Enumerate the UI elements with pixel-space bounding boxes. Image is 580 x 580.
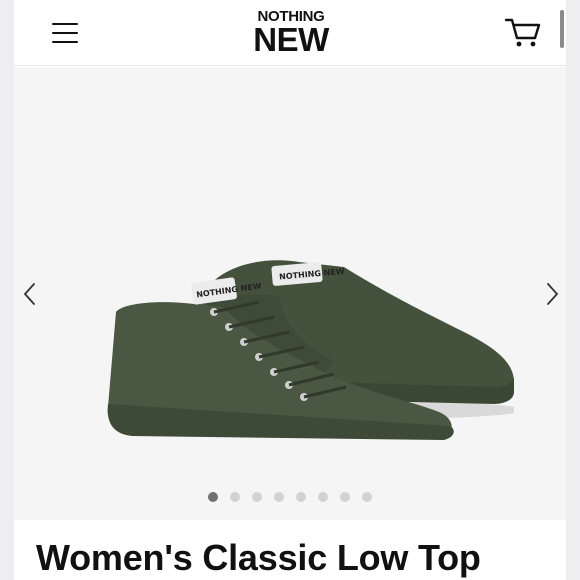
carousel-dot[interactable] — [230, 492, 240, 502]
site-header: NOTHING NEW — [14, 0, 566, 66]
shopping-cart-icon[interactable] — [504, 16, 542, 48]
hamburger-menu-icon[interactable] — [52, 21, 80, 45]
screen: NOTHING NEW NOTHING NEW NOTHING NEW Wome… — [0, 0, 580, 580]
product-image: NOTHING NEW NOTHING NEW — [107, 260, 514, 440]
carousel-dot[interactable] — [318, 492, 328, 502]
brand-logo[interactable]: NOTHING NEW — [246, 9, 336, 58]
carousel-dot[interactable] — [274, 492, 284, 502]
chevron-right-icon[interactable] — [542, 280, 562, 308]
carousel-dot[interactable] — [296, 492, 306, 502]
logo-line-2: NEW — [253, 21, 329, 58]
carousel-dot[interactable] — [362, 492, 372, 502]
carousel-dot[interactable] — [252, 492, 262, 502]
product-page: NOTHING NEW NOTHING NEW NOTHING NEW Wome… — [14, 0, 566, 580]
carousel-dots — [14, 492, 566, 506]
carousel-dot[interactable] — [340, 492, 350, 502]
product-image-gallery[interactable]: NOTHING NEW NOTHING NEW — [14, 67, 566, 520]
product-title: Women's Classic Low Top — [36, 537, 481, 578]
carousel-dot[interactable] — [208, 492, 218, 502]
chevron-left-icon[interactable] — [20, 280, 40, 308]
scrollbar[interactable] — [560, 10, 564, 48]
